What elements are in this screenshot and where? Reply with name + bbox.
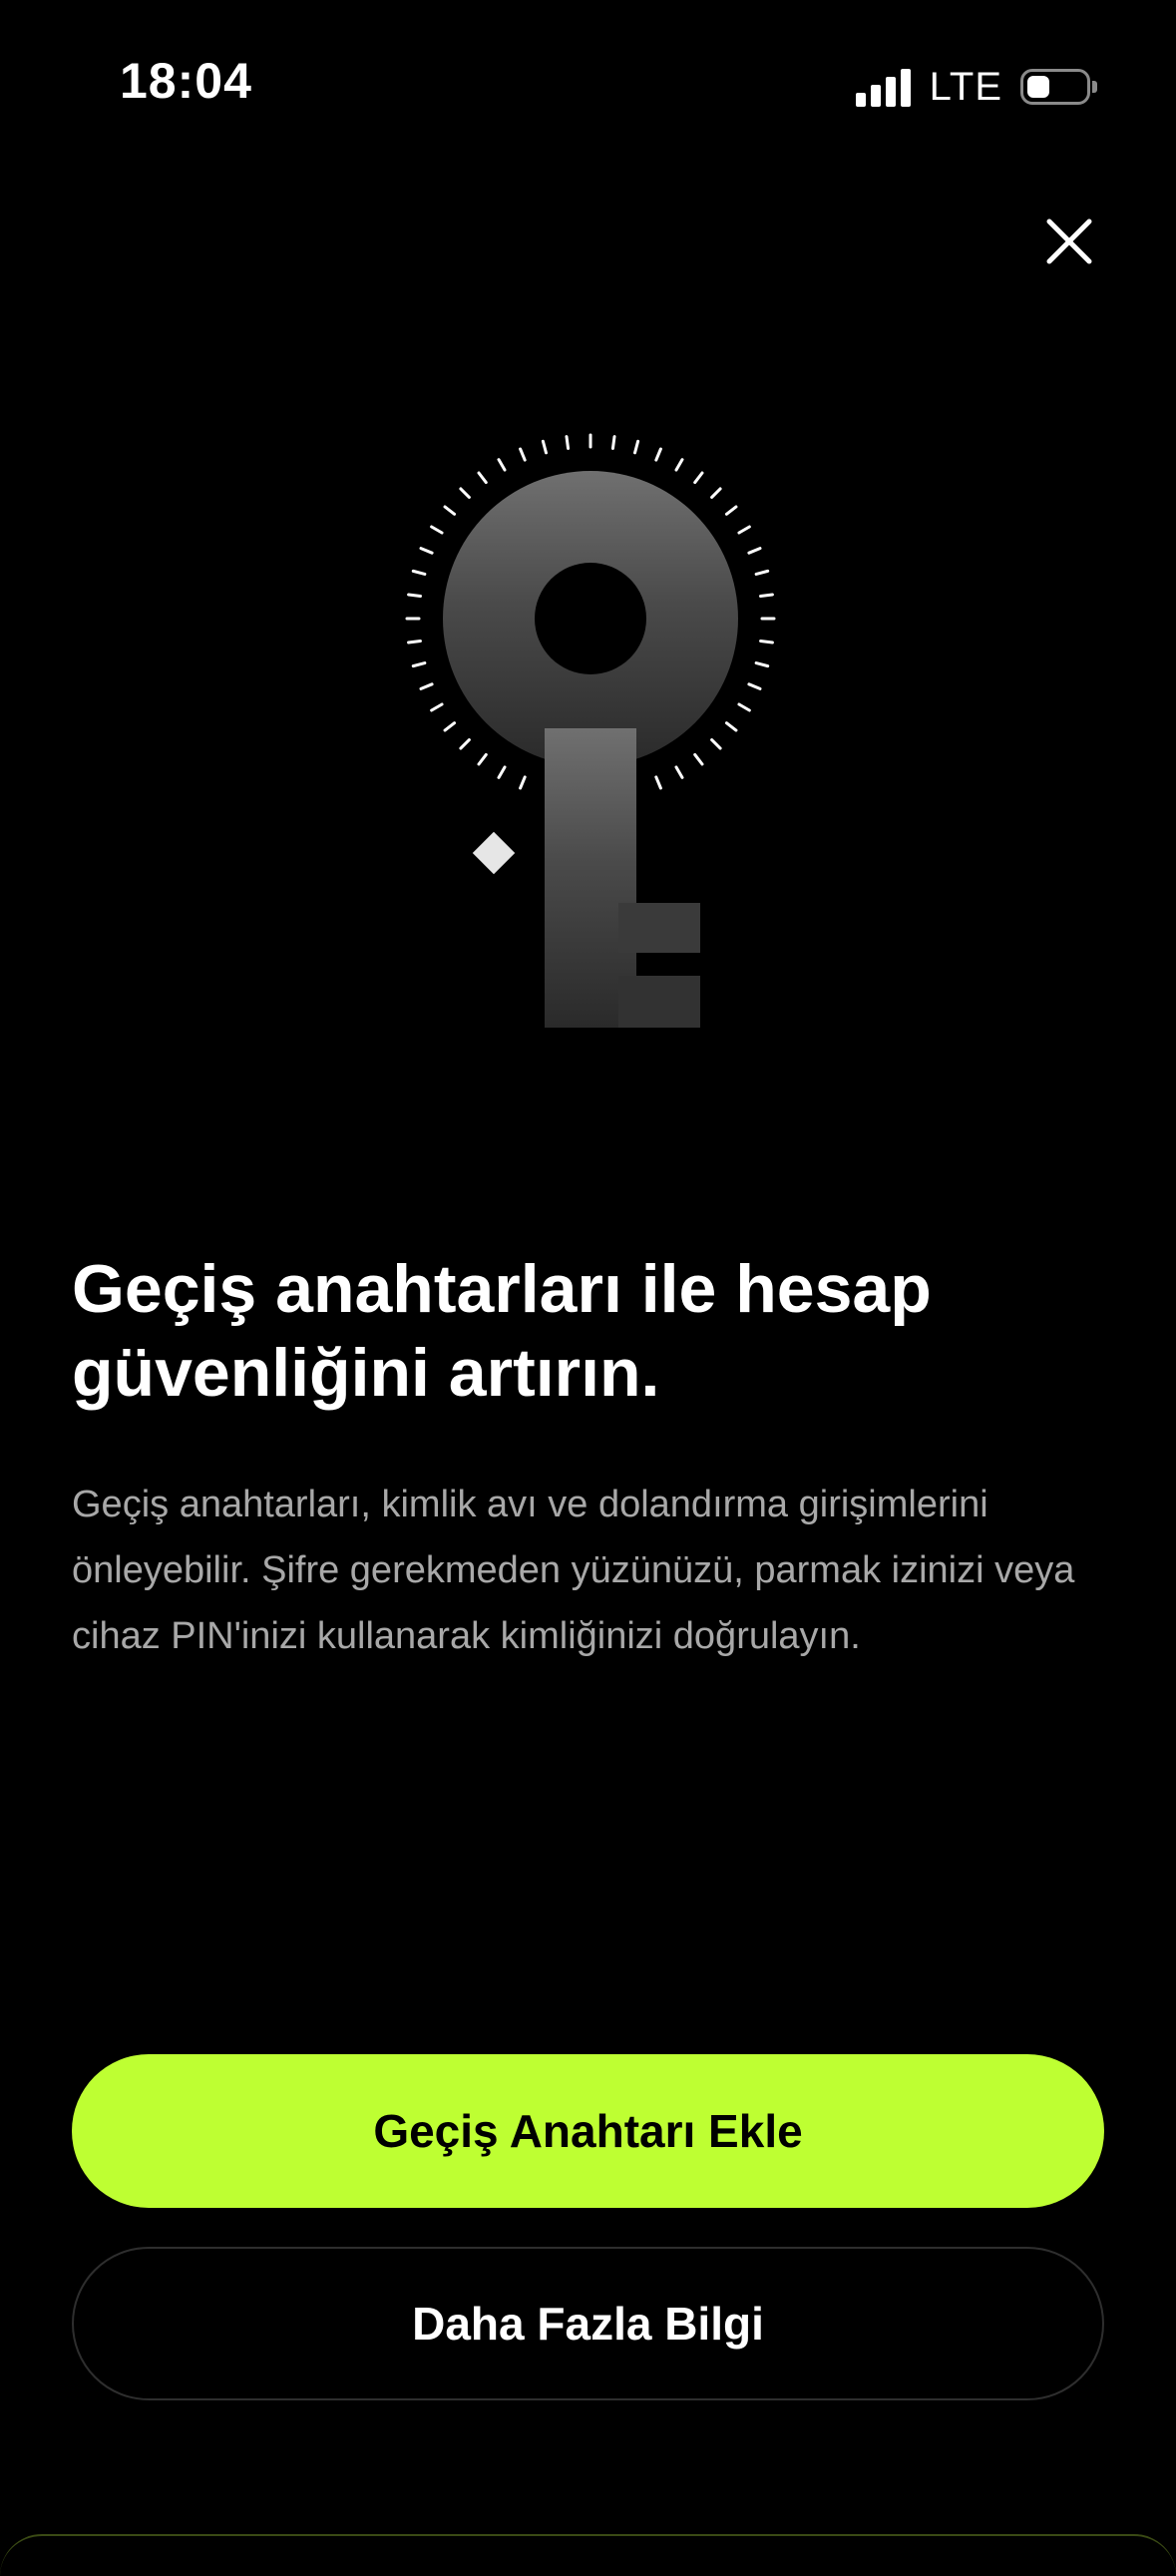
close-icon <box>1046 218 1092 264</box>
add-passkey-button[interactable]: Geçiş Anahtarı Ekle <box>72 2054 1104 2208</box>
battery-icon <box>1020 69 1097 105</box>
learn-more-button[interactable]: Daha Fazla Bilgi <box>72 2247 1104 2400</box>
status-indicators: LTE <box>855 62 1097 112</box>
page-title: Geçiş anahtarları ile hesap güvenliğini … <box>72 1251 932 1411</box>
signal-icon <box>855 67 916 107</box>
status-bar: 18:04 LTE <box>0 0 1176 175</box>
page-description: Geçiş anahtarları, kimlik avı ve dolandı… <box>72 1484 1075 1657</box>
hero-illustration <box>379 399 798 1058</box>
status-time: 18:04 <box>120 53 252 109</box>
close-button[interactable] <box>1037 210 1101 273</box>
network-label: LTE <box>929 64 1002 109</box>
bottom-sheet-edge <box>0 2534 1176 2576</box>
passkey-key-icon <box>405 433 776 1028</box>
